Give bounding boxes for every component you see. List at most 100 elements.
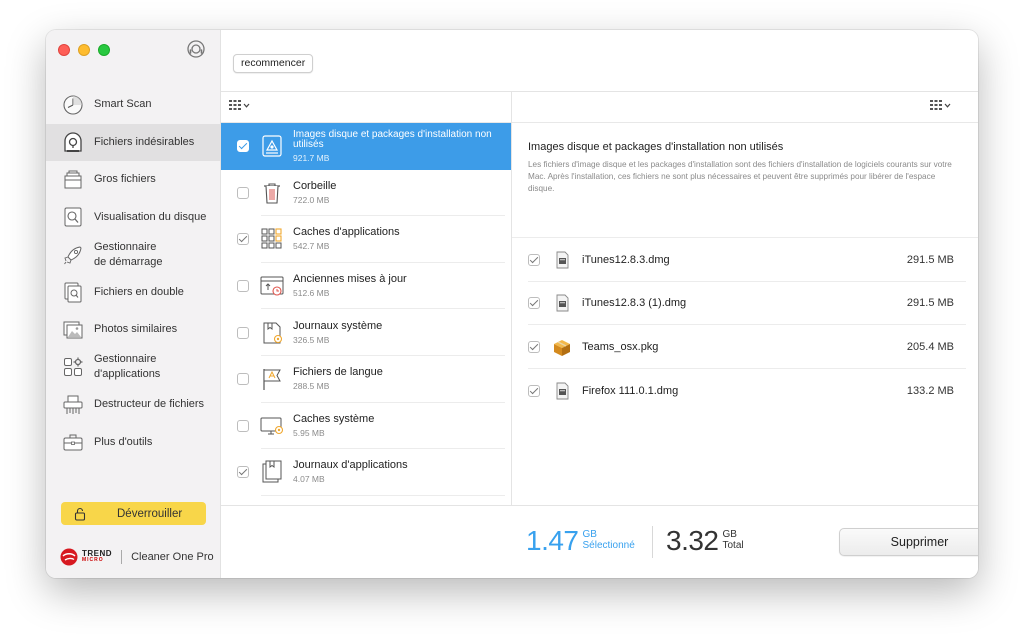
category-size: 5.95 MB xyxy=(293,427,325,438)
category-item-installers[interactable]: Images disque et packages d'installation… xyxy=(221,123,511,170)
file-row[interactable]: Teams_osx.pkg 205.4 MB xyxy=(512,325,978,369)
category-size: 326.5 MB xyxy=(293,334,330,345)
product-name: Cleaner One Pro xyxy=(131,551,214,563)
sidebar-item-file-shredder[interactable]: Destructeur de fichiers xyxy=(46,386,221,424)
category-list-pane: Images disque et packages d'installation… xyxy=(221,92,512,505)
category-checkbox[interactable] xyxy=(237,186,249,199)
sidebar-item-startup-manager[interactable]: Gestionnaire de démarrage xyxy=(46,236,221,274)
category-name: Journaux d'applications xyxy=(293,459,408,472)
sidebar-item-smart-scan[interactable]: Smart Scan xyxy=(46,86,221,124)
similar-photos-icon xyxy=(63,321,83,339)
zoom-window-button[interactable] xyxy=(98,44,110,56)
sidebar-item-big-files[interactable]: Gros fichiers xyxy=(46,161,221,199)
category-checkbox[interactable] xyxy=(237,326,249,339)
smart-scan-icon xyxy=(63,95,83,115)
file-size: 291.5 MB xyxy=(906,253,954,266)
old-updates-icon xyxy=(260,276,284,296)
list-view-toggle[interactable] xyxy=(229,100,250,110)
support-icon[interactable] xyxy=(186,39,206,59)
sidebar-item-disk-map[interactable]: Visualisation du disque xyxy=(46,199,221,237)
category-name: Fichiers de langue xyxy=(293,366,383,379)
file-checkbox[interactable] xyxy=(528,384,540,397)
category-checkbox[interactable] xyxy=(237,373,249,386)
restart-button[interactable]: recommencer xyxy=(233,54,314,73)
sidebar-item-label: Gros fichiers xyxy=(94,173,156,186)
file-shredder-icon xyxy=(63,395,83,414)
footer-divider xyxy=(652,526,653,558)
chevron-down-icon xyxy=(944,103,951,108)
disk-map-icon xyxy=(64,207,82,227)
file-row[interactable]: Firefox 111.0.1.dmg 133.2 MB xyxy=(512,369,978,413)
file-name: Teams_osx.pkg xyxy=(582,340,659,353)
file-row[interactable]: iTunes12.8.3.dmg 291.5 MB xyxy=(512,238,978,282)
sidebar-item-label: Photos similaires xyxy=(94,323,178,336)
pkg-file-icon xyxy=(554,339,570,356)
category-size: 288.5 MB xyxy=(293,381,330,392)
category-item-trash[interactable]: Corbeille 722.0 MB xyxy=(221,170,511,217)
detail-view-toggle[interactable] xyxy=(930,100,951,110)
detail-title: Images disque et packages d'installation… xyxy=(528,141,784,153)
file-size: 291.5 MB xyxy=(906,297,954,310)
sidebar-item-app-manager[interactable]: Gestionnaire d'applications xyxy=(46,349,221,387)
close-window-button[interactable] xyxy=(58,44,70,56)
category-size: 512.6 MB xyxy=(293,288,330,299)
delete-button[interactable]: Supprimer xyxy=(839,528,978,556)
detail-header xyxy=(512,92,978,123)
sidebar-item-label: Destructeur de fichiers xyxy=(94,398,205,411)
file-checkbox[interactable] xyxy=(528,297,540,310)
category-checkbox[interactable] xyxy=(237,233,249,246)
category-item-app-logs[interactable]: Journaux d'applications 4.07 MB xyxy=(221,449,511,496)
file-checkbox[interactable] xyxy=(528,340,540,353)
grid-view-icon xyxy=(229,100,241,110)
category-item-system-caches[interactable]: Caches système 5.95 MB xyxy=(221,403,511,450)
category-name: Anciennes mises à jour xyxy=(293,273,407,286)
file-checkbox[interactable] xyxy=(528,253,540,266)
category-item-language-files[interactable]: Fichiers de langue 288.5 MB xyxy=(221,356,511,403)
sidebar-item-similar-photos[interactable]: Photos similaires xyxy=(46,311,221,349)
unlock-label: Déverrouiller xyxy=(117,507,183,520)
sidebar-item-duplicate-files[interactable]: Fichiers en double xyxy=(46,274,221,312)
selected-size-value: 1.47 xyxy=(526,525,579,556)
dmg-file-icon xyxy=(556,382,569,400)
category-checkbox[interactable] xyxy=(237,140,249,153)
system-cache-icon xyxy=(260,417,284,435)
minimize-window-button[interactable] xyxy=(78,44,90,56)
file-name: iTunes12.8.3.dmg xyxy=(582,253,670,266)
category-description: Images disque et packages d'installation… xyxy=(512,123,978,238)
startup-manager-icon xyxy=(64,246,82,265)
category-checkbox[interactable] xyxy=(237,280,249,293)
duplicate-files-icon xyxy=(64,282,82,303)
category-item-system-logs[interactable]: Journaux système 326.5 MB xyxy=(221,309,511,356)
detail-pane: Images disque et packages d'installation… xyxy=(512,92,978,505)
total-size-value: 3.32 xyxy=(666,525,719,556)
brand-micro: MICRO xyxy=(82,557,104,563)
category-size: 542.7 MB xyxy=(293,241,330,252)
category-checkbox[interactable] xyxy=(237,419,249,432)
sidebar-item-more-tools[interactable]: Plus d'outils xyxy=(46,424,221,462)
category-item-old-updates[interactable]: Anciennes mises à jour 512.6 MB xyxy=(221,263,511,310)
app-manager-icon xyxy=(64,357,83,377)
unlock-button[interactable]: Déverrouiller xyxy=(61,502,206,525)
category-size: 722.0 MB xyxy=(293,194,330,205)
category-checkbox[interactable] xyxy=(237,466,249,479)
sidebar-item-label: Visualisation du disque xyxy=(94,210,207,223)
category-size: 921.7 MB xyxy=(293,152,330,163)
sidebar-item-junk-files[interactable]: Fichiers indésirables xyxy=(46,123,221,161)
file-size: 133.2 MB xyxy=(906,384,954,397)
file-row[interactable]: iTunes12.8.3 (1).dmg 291.5 MB xyxy=(512,282,978,326)
category-item-app-caches[interactable]: Caches d'applications 542.7 MB xyxy=(221,216,511,263)
total-size-unit: GB xyxy=(722,529,737,540)
lock-icon xyxy=(74,507,86,521)
category-list-header xyxy=(221,92,511,123)
selected-size-unit: GB xyxy=(582,529,597,540)
detail-description: Les fichiers d'image disque et les packa… xyxy=(528,160,952,193)
big-files-icon xyxy=(64,170,82,189)
sidebar: Smart Scan Fichiers indésirables Gros fi… xyxy=(46,30,221,578)
selected-size-stat: 1.47 GB Sélectionné xyxy=(526,526,635,556)
grid-view-icon xyxy=(930,100,942,110)
language-files-icon xyxy=(263,369,281,391)
brand-divider xyxy=(121,550,123,564)
toolbar: recommencer xyxy=(221,30,978,92)
category-name: Caches d'applications xyxy=(293,226,400,239)
main-area: recommencer Images disque et packages d'… xyxy=(221,30,978,578)
